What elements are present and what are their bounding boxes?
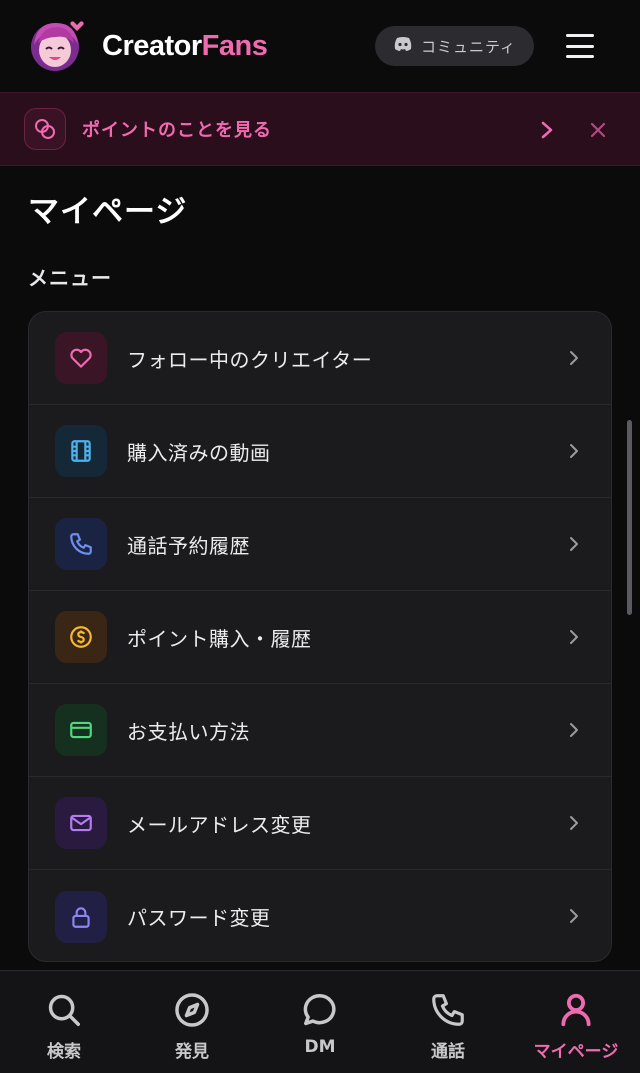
brand-logo[interactable]: Creator Fans	[102, 29, 268, 63]
menu-item-label: 購入済みの動画	[127, 440, 271, 465]
phone-icon	[429, 991, 467, 1033]
close-icon[interactable]	[586, 117, 610, 143]
menu-item-label: パスワード変更	[127, 906, 271, 930]
menu-item-label: お支払い方法	[127, 719, 250, 744]
compass-icon	[173, 991, 211, 1033]
nav-label: 通話	[431, 1042, 465, 1062]
brand-name-part2: Fans	[201, 29, 268, 62]
hamburger-menu-icon[interactable]	[562, 30, 598, 62]
brand-name-part1: Creator	[102, 29, 202, 62]
menu-item-payment-methods[interactable]: お支払い方法	[29, 684, 611, 777]
discord-icon	[393, 36, 413, 56]
banner-text: ポイントのことを見る	[82, 120, 272, 141]
menu-item-following-creators[interactable]: フォロー中のクリエイター	[29, 312, 611, 405]
logo-avatar[interactable]	[28, 17, 86, 75]
chevron-right-icon[interactable]	[536, 117, 558, 143]
user-icon	[557, 991, 595, 1033]
mail-icon	[55, 797, 107, 849]
lock-icon	[55, 890, 107, 943]
points-banner[interactable]: ポイントのことを見る	[0, 92, 640, 166]
menu-item-change-email[interactable]: メールアドレス変更	[29, 777, 611, 870]
coins-icon	[24, 108, 66, 150]
chat-bubble-icon	[301, 991, 339, 1033]
coin-icon	[55, 611, 107, 663]
chevron-right-icon	[567, 346, 581, 370]
bottom-nav: 検索 発見 DM 通話 マイページ	[0, 970, 640, 1073]
chevron-right-icon	[567, 532, 581, 556]
section-title: メニュー	[28, 266, 112, 290]
scrollbar[interactable]	[627, 420, 632, 615]
nav-label: 発見	[175, 1042, 209, 1062]
nav-item-dm[interactable]: DM	[256, 971, 384, 1073]
chevron-right-icon	[567, 625, 581, 649]
nav-label: DM	[304, 1037, 336, 1057]
community-button[interactable]: コミュニティ	[375, 26, 534, 66]
menu-item-label: 通話予約履歴	[127, 533, 250, 558]
menu-item-label: ポイント購入・履歴	[127, 626, 312, 651]
nav-item-search[interactable]: 検索	[0, 971, 128, 1073]
nav-label: 検索	[47, 1042, 81, 1062]
chevron-right-icon	[567, 718, 581, 742]
app-header: Creator Fans コミュニティ	[0, 0, 640, 92]
nav-item-mypage[interactable]: マイページ	[512, 971, 640, 1073]
credit-card-icon	[55, 704, 107, 756]
menu-item-label: メールアドレス変更	[127, 812, 312, 837]
nav-item-discover[interactable]: 発見	[128, 971, 256, 1073]
film-icon	[55, 425, 107, 477]
search-icon	[45, 991, 83, 1033]
menu-item-points-history[interactable]: ポイント購入・履歴	[29, 591, 611, 684]
phone-icon	[55, 518, 107, 570]
chevron-right-icon	[567, 811, 581, 835]
heart-icon	[55, 332, 107, 384]
menu-item-purchased-videos[interactable]: 購入済みの動画	[29, 405, 611, 498]
chevron-right-icon	[567, 904, 581, 928]
menu-item-call-reservations[interactable]: 通話予約履歴	[29, 498, 611, 591]
chevron-right-icon	[567, 439, 581, 463]
menu-item-label: フォロー中のクリエイター	[127, 347, 373, 372]
menu-item-change-password[interactable]: パスワード変更	[29, 870, 611, 961]
nav-item-call[interactable]: 通話	[384, 971, 512, 1073]
page-title: マイページ	[28, 194, 188, 230]
community-label: コミュニティ	[420, 37, 517, 56]
nav-label: マイページ	[533, 1042, 619, 1062]
menu-card: フォロー中のクリエイター 購入済みの動画 通話予約履歴 ポイント購入・履歴 お支…	[28, 311, 612, 962]
